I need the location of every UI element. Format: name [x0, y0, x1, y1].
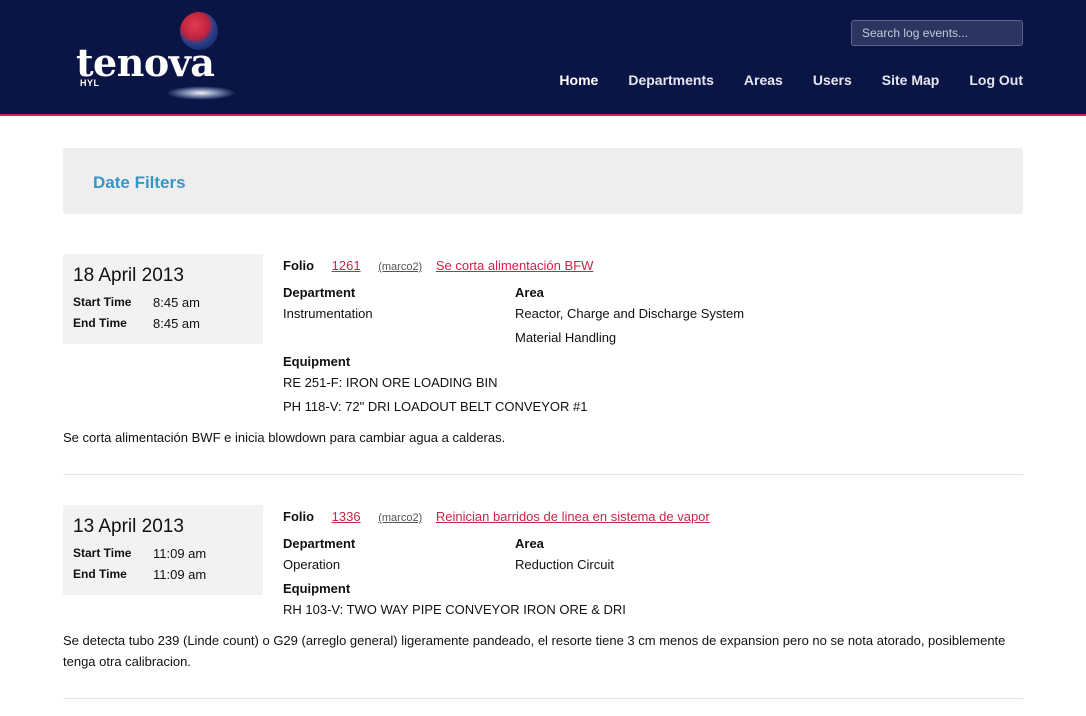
- area-value: Material Handling: [515, 330, 617, 345]
- folio-row: Folio 1336 (marco2) Reinician barridos d…: [283, 509, 710, 524]
- folio-label: Folio: [283, 509, 315, 524]
- start-time-label: Start Time: [73, 295, 132, 309]
- department-value: Instrumentation: [283, 306, 373, 321]
- entry-date-box: 13 April 2013 Start Time 11:09 am End Ti…: [63, 505, 263, 595]
- start-time-label: Start Time: [73, 546, 132, 560]
- equipment-value: PH 118-V: 72" DRI LOADOUT BELT CONVEYOR …: [283, 399, 588, 414]
- entry-divider: [63, 698, 1023, 699]
- folio-label: Folio: [283, 258, 315, 273]
- start-time-value: 8:45 am: [153, 295, 200, 310]
- folio-title-link[interactable]: Se corta alimentación BFW: [436, 258, 594, 273]
- entry-date: 13 April 2013: [73, 516, 184, 537]
- search-input[interactable]: [851, 20, 1023, 46]
- department-value: Operation: [283, 557, 341, 572]
- entry-description: Se corta alimentación BWF e inicia blowd…: [63, 430, 506, 445]
- nav-areas[interactable]: Areas: [744, 72, 783, 92]
- area-value: Reactor, Charge and Discharge System: [515, 306, 745, 321]
- department-label: Department: [283, 536, 356, 551]
- nav-log-out[interactable]: Log Out: [969, 72, 1023, 92]
- equipment-label: Equipment: [283, 581, 351, 596]
- tenova-logo[interactable]: tenova HYL: [74, 10, 244, 102]
- nav-users[interactable]: Users: [813, 72, 852, 92]
- area-label: Area: [515, 536, 544, 551]
- top-header: tenova HYL Home Departments Areas Users …: [0, 0, 1086, 116]
- end-time-label: End Time: [73, 316, 127, 330]
- entry-description: Se detecta tubo 239 (Linde count) o G29 …: [63, 633, 1006, 669]
- nav-departments[interactable]: Departments: [628, 72, 714, 92]
- entry-divider: [63, 474, 1023, 475]
- equipment-value: RE 251-F: IRON ORE LOADING BIN: [283, 375, 498, 390]
- end-time-label: End Time: [73, 567, 127, 581]
- date-filters-panel[interactable]: Date Filters: [63, 148, 1023, 214]
- area-value: Reduction Circuit: [515, 557, 614, 572]
- folio-title-link[interactable]: Reinician barridos de linea en sistema d…: [436, 509, 710, 524]
- logo-swoosh-icon: [166, 86, 236, 100]
- folio-user-link[interactable]: (marco2): [378, 512, 422, 524]
- date-filters-title[interactable]: Date Filters: [93, 173, 186, 193]
- entry-date-box: 18 April 2013 Start Time 8:45 am End Tim…: [63, 254, 263, 344]
- end-time-value: 8:45 am: [153, 316, 200, 331]
- department-label: Department: [283, 285, 356, 300]
- folio-number-link[interactable]: 1261: [332, 258, 361, 273]
- start-time-value: 11:09 am: [153, 546, 207, 561]
- area-label: Area: [515, 285, 544, 300]
- nav-site-map[interactable]: Site Map: [882, 72, 940, 92]
- folio-number-link[interactable]: 1336: [332, 509, 361, 524]
- end-time-value: 11:09 am: [153, 567, 207, 582]
- logo-subtitle: HYL: [80, 78, 100, 88]
- entry-date: 18 April 2013: [73, 265, 184, 286]
- main-nav: Home Departments Areas Users Site Map Lo…: [529, 72, 1023, 92]
- equipment-label: Equipment: [283, 354, 351, 369]
- nav-home[interactable]: Home: [559, 72, 598, 92]
- folio-row: Folio 1261 (marco2) Se corta alimentació…: [283, 258, 593, 273]
- equipment-value: RH 103-V: TWO WAY PIPE CONVEYOR IRON ORE…: [283, 602, 626, 617]
- folio-user-link[interactable]: (marco2): [378, 261, 422, 273]
